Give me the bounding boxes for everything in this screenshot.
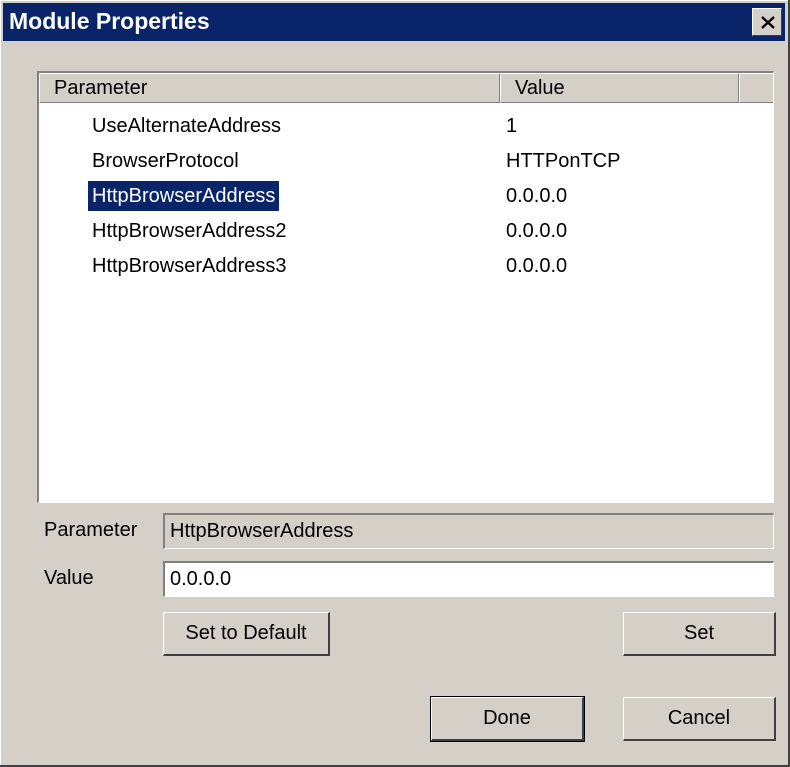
row-parameter: HttpBrowserAddress3 [92,255,287,277]
list-row[interactable]: HttpBrowserAddress2 0.0.0.0 [39,214,773,249]
row-parameter: HttpBrowserAddress [86,180,281,212]
row-value: HTTPonTCP [506,150,621,172]
list-row[interactable]: UseAlternateAddress 1 [39,109,773,144]
column-header-filler [739,73,773,103]
value-field[interactable] [163,561,774,597]
cancel-button[interactable]: Cancel [623,697,776,741]
parameter-list[interactable]: Parameter Value UseAlternateAddress 1 Br… [37,71,774,503]
column-header-value[interactable]: Value [500,73,739,103]
title-bar[interactable]: Module Properties [3,3,785,41]
list-row[interactable]: HttpBrowserAddress3 0.0.0.0 [39,249,773,284]
column-header-parameter[interactable]: Parameter [39,73,500,103]
row-value: 1 [506,115,518,137]
done-button[interactable]: Done [430,696,585,742]
row-value: 0.0.0.0 [506,185,568,207]
list-row[interactable]: BrowserProtocol HTTPonTCP [39,144,773,179]
list-row-selected[interactable]: HttpBrowserAddress 0.0.0.0 [39,179,773,214]
row-parameter: HttpBrowserAddress2 [92,220,287,242]
close-button[interactable] [752,8,782,36]
row-value: 0.0.0.0 [506,255,568,277]
row-parameter: BrowserProtocol [92,150,239,172]
parameter-field: HttpBrowserAddress [163,513,774,549]
value-input[interactable] [170,563,773,596]
row-parameter: UseAlternateAddress [92,115,281,137]
window-title: Module Properties [9,8,210,34]
list-header: Parameter Value [39,73,773,103]
value-label: Value [44,567,94,589]
close-icon [761,16,775,29]
set-to-default-button[interactable]: Set to Default [163,612,330,656]
set-button[interactable]: Set [623,612,776,656]
row-value: 0.0.0.0 [506,220,568,242]
module-properties-dialog: Module Properties Parameter Value UseAlt… [0,0,790,767]
parameter-label: Parameter [44,519,138,541]
